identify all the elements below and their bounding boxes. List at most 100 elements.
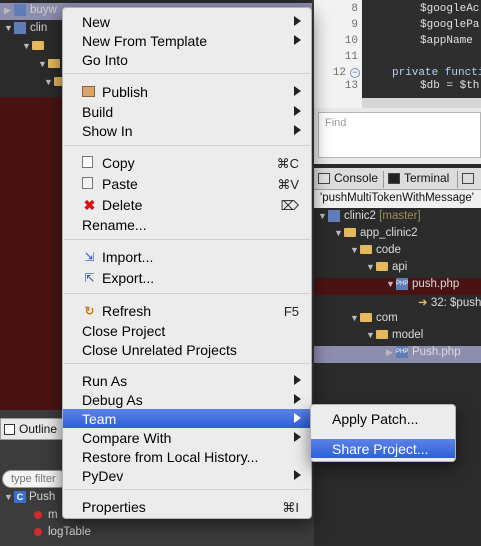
menu-item-label: Close Unrelated Projects <box>82 342 237 358</box>
collapse-arrow-icon[interactable]: ▼ <box>350 313 360 323</box>
menu-item-label: PyDev <box>82 468 124 484</box>
tree-folder[interactable]: ▼ <box>22 40 48 56</box>
tab-terminal[interactable]: Terminal <box>386 171 449 188</box>
menu-item-label: Refresh <box>102 303 152 319</box>
menu-item-import[interactable]: ⇲ Import... <box>63 247 311 266</box>
tree-label: push.php <box>412 278 460 291</box>
tree-folder-code[interactable]: ▼ code <box>350 244 401 261</box>
menu-separator <box>64 293 310 294</box>
collapse-arrow-icon[interactable]: ▼ <box>386 279 396 289</box>
tree-label: Push.php <box>412 346 461 359</box>
line-number: 12 <box>332 67 346 79</box>
expand-arrow-icon[interactable]: ▶ <box>4 5 14 16</box>
menu-item-new[interactable]: New <box>63 12 311 31</box>
collapse-arrow-icon[interactable]: ▼ <box>4 23 14 33</box>
menu-separator <box>64 239 310 240</box>
menu-item-build[interactable]: Build <box>63 102 311 121</box>
tree-folder-model[interactable]: ▼ model <box>366 329 423 346</box>
fold-minus-icon[interactable]: − <box>350 68 360 78</box>
menu-item-delete[interactable]: ✖ Delete ⌦ <box>63 195 311 214</box>
menu-item-label: Compare With <box>82 430 172 446</box>
outline-item-label: m <box>48 509 58 521</box>
match-arrow-icon: ➜ <box>418 297 428 309</box>
context-menu: New New From Template Go Into Publish Bu… <box>62 7 312 519</box>
tree-file-push[interactable]: ▼PHP push.php <box>386 278 459 295</box>
code-editor[interactable]: 8 9 10 11 12 − 13 $googleAc $googlePa $a… <box>314 0 481 108</box>
menu-item-label: Share Project... <box>332 441 429 457</box>
class-icon: C <box>14 491 26 503</box>
collapse-arrow-icon[interactable]: ▼ <box>4 492 14 502</box>
menu-item-share-project[interactable]: Share Project... <box>311 439 455 458</box>
copy-icon <box>82 156 93 168</box>
collapse-arrow-icon[interactable]: ▼ <box>366 330 376 340</box>
menu-item-close-unrelated-projects[interactable]: Close Unrelated Projects <box>63 340 311 359</box>
menu-item-label: Team <box>82 411 117 427</box>
menu-item-shortcut: ⌘V <box>277 177 299 192</box>
menu-item-apply-patch[interactable]: Apply Patch... <box>311 409 455 428</box>
find-panel: Find <box>314 108 481 164</box>
menu-item-properties[interactable]: Properties ⌘I <box>63 497 311 516</box>
tab-overflow[interactable] <box>460 171 478 188</box>
horizontal-scrollbar[interactable] <box>362 98 481 108</box>
filter-input[interactable]: type filter <box>2 470 68 488</box>
menu-item-restore-local-history[interactable]: Restore from Local History... <box>63 447 311 466</box>
menu-item-debug-as[interactable]: Debug As <box>63 390 311 409</box>
menu-item-publish[interactable]: Publish <box>63 82 311 101</box>
publish-icon <box>82 86 95 97</box>
import-icon: ⇲ <box>84 250 95 264</box>
menu-item-new-from-template[interactable]: New From Template <box>63 31 311 50</box>
menu-item-team[interactable]: Team <box>63 409 311 428</box>
menu-item-rename[interactable]: Rename... <box>63 215 311 234</box>
tree-label: 32: $push <box>430 297 481 309</box>
tab-outline[interactable]: Outline <box>0 418 70 440</box>
menu-item-copy[interactable]: Copy ⌘C <box>63 153 311 172</box>
team-submenu: Apply Patch... Share Project... <box>310 404 456 462</box>
tree-match-line[interactable]: ➜ 32: $push <box>418 295 481 312</box>
code-line: $googleAc <box>420 3 480 15</box>
menu-item-go-into[interactable]: Go Into <box>63 50 311 69</box>
menu-item-refresh[interactable]: ↻ Refresh F5 <box>63 301 311 320</box>
menu-item-run-as[interactable]: Run As <box>63 371 311 390</box>
menu-item-paste[interactable]: Paste ⌘V <box>63 174 311 193</box>
submenu-arrow-icon <box>294 394 301 404</box>
submenu-arrow-icon <box>294 106 301 116</box>
delete-icon: ✖ <box>83 197 96 213</box>
tree-folder-com[interactable]: ▼ com <box>350 312 398 329</box>
menu-item-shortcut: ⌦ <box>280 198 299 213</box>
tree-folder-api[interactable]: ▼ api <box>366 261 407 278</box>
menu-item-label: Properties <box>82 499 146 515</box>
menu-item-close-project[interactable]: Close Project <box>63 321 311 340</box>
tree-file-push-model[interactable]: ▶ PHP Push.php <box>386 346 461 363</box>
code-line: $googlePa <box>420 19 480 31</box>
collapse-arrow-icon[interactable]: ▼ <box>366 262 376 272</box>
tree-item-buyw[interactable]: ▶ buyw <box>4 4 57 20</box>
tree-folder-app[interactable]: ▼ app_clinic2 <box>334 227 418 244</box>
menu-item-show-in[interactable]: Show In <box>63 121 311 140</box>
collapse-arrow-icon[interactable]: ▼ <box>318 211 328 221</box>
outline-item-class[interactable]: ▼ C Push <box>4 491 55 507</box>
tree-project[interactable]: ▼ clinic2 [master] <box>318 210 421 227</box>
outline-item-field[interactable]: m <box>34 509 58 525</box>
expand-arrow-icon[interactable]: ▶ <box>386 347 396 358</box>
folder-icon <box>360 245 372 255</box>
tab-divider <box>457 171 458 188</box>
project-icon <box>14 22 26 34</box>
folder-icon <box>376 330 388 340</box>
menu-item-label: Rename... <box>82 217 147 233</box>
outline-item-field[interactable]: logTable <box>34 526 91 542</box>
menu-item-pydev[interactable]: PyDev <box>63 466 311 485</box>
collapse-arrow-icon[interactable]: ▼ <box>334 228 344 238</box>
tree-folder[interactable]: ▼ <box>38 58 64 74</box>
line-number: 9 <box>351 19 358 31</box>
find-input[interactable]: Find <box>318 112 481 158</box>
tab-console[interactable]: Console <box>316 171 378 188</box>
tree-item-label: clin <box>30 22 48 35</box>
tree-label: api <box>392 261 408 273</box>
menu-item-compare-with[interactable]: Compare With <box>63 428 311 447</box>
tree-item-clinic[interactable]: ▼ clin <box>4 22 47 38</box>
tab-label: Terminal <box>404 171 450 185</box>
php-file-icon: PHP <box>396 278 408 290</box>
menu-item-export[interactable]: ⇱ Export... <box>63 268 311 287</box>
tree-label: code <box>376 244 401 256</box>
collapse-arrow-icon[interactable]: ▼ <box>350 245 360 255</box>
